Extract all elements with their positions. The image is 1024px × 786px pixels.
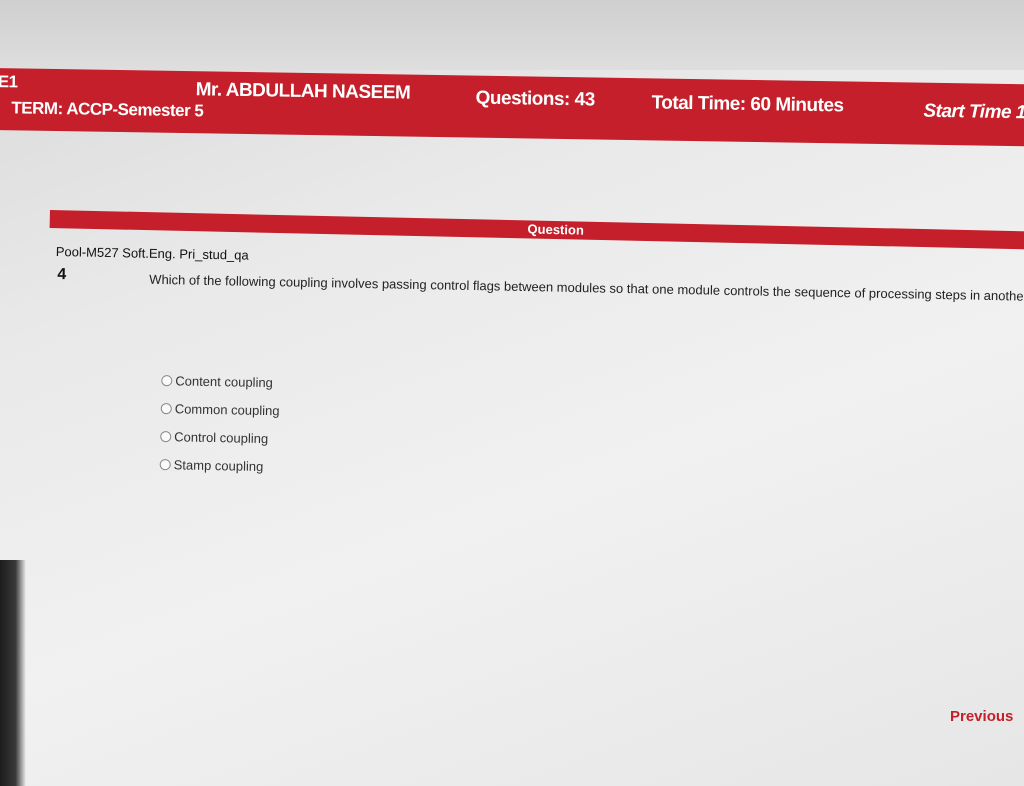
option-label: Control coupling: [174, 428, 269, 446]
radio-button[interactable]: [159, 458, 171, 470]
student-name: Mr. ABDULLAH NASEEM: [195, 79, 411, 104]
exam-code: E1: [0, 72, 18, 92]
option-label: Content coupling: [175, 372, 274, 390]
total-time: Total Time: 60 Minutes: [651, 92, 844, 117]
question-content: Pool-M527 Soft.Eng. Pri_stud_qa 4 Which …: [51, 240, 1024, 509]
option-content-coupling[interactable]: Content coupling: [161, 366, 280, 396]
answer-options: Content coupling Common coupling Control…: [159, 366, 280, 480]
question-number: 4: [57, 266, 67, 284]
monitor-bezel: [0, 560, 26, 786]
radio-button[interactable]: [160, 402, 172, 414]
option-label: Stamp coupling: [173, 456, 264, 474]
question-pool-label: Pool-M527 Soft.Eng. Pri_stud_qa: [55, 243, 249, 263]
option-control-coupling[interactable]: Control coupling: [160, 422, 279, 452]
exam-header-bar: E1 TERM: ACCP-Semester 5 Mr. ABDULLAH NA…: [0, 68, 1024, 147]
start-time: Start Time 1: [923, 100, 1024, 124]
previous-button[interactable]: Previous: [950, 708, 1013, 725]
option-stamp-coupling[interactable]: Stamp coupling: [159, 450, 278, 480]
radio-button[interactable]: [160, 430, 172, 442]
question-panel-title: Question: [527, 221, 585, 238]
questions-count: Questions: 43: [475, 87, 595, 111]
radio-button[interactable]: [161, 374, 173, 386]
option-common-coupling[interactable]: Common coupling: [160, 394, 280, 424]
question-text: Which of the following coupling involves…: [149, 271, 1024, 305]
option-label: Common coupling: [174, 400, 280, 418]
term-label: TERM: ACCP-Semester 5: [11, 98, 204, 121]
monitor-top-area: [0, 0, 1024, 70]
